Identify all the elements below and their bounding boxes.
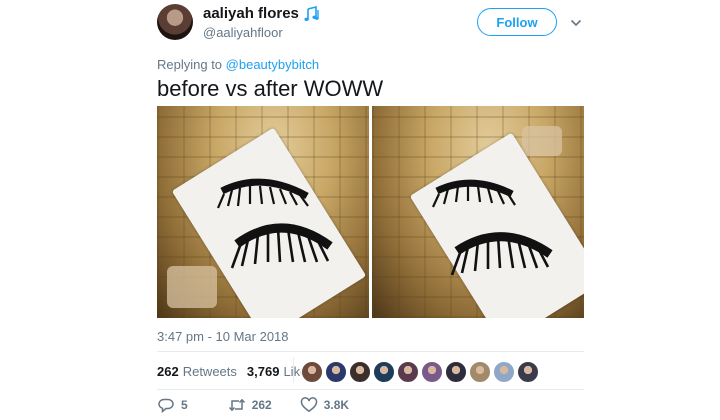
divider <box>157 351 584 352</box>
stats-divider <box>293 357 294 383</box>
liker-avatar[interactable] <box>349 361 371 383</box>
liker-avatar[interactable] <box>325 361 347 383</box>
retweet-count: 262 <box>251 398 272 412</box>
tweet-timestamp[interactable]: 3:47 pm - 10 Mar 2018 <box>157 329 289 344</box>
replying-to: Replying to @beautybybitch <box>157 57 319 72</box>
reply-count: 5 <box>181 398 188 412</box>
liker-avatar[interactable] <box>517 361 539 383</box>
photo-after[interactable] <box>372 106 584 318</box>
liker-avatar[interactable] <box>421 361 443 383</box>
tweet-text: before vs after WOWW <box>157 76 384 101</box>
likes-count: 3,769 <box>246 363 280 379</box>
tweet-actions: 5 262 3.8K <box>157 397 349 413</box>
liker-avatar[interactable] <box>469 361 491 383</box>
reply-icon <box>158 398 174 413</box>
retweets-count: 262 <box>157 363 179 379</box>
retweets-label: Retweets <box>182 363 237 379</box>
reply-target-link[interactable]: @beautybybitch <box>226 57 319 72</box>
replying-to-prefix: Replying to <box>157 57 223 72</box>
eyelash-shape <box>432 179 553 276</box>
liker-avatar[interactable] <box>445 361 467 383</box>
likers-avatars <box>301 361 541 383</box>
retweet-button[interactable]: 262 <box>228 397 272 413</box>
retweets-stat[interactable]: 262 Retweets <box>157 364 237 379</box>
like-button[interactable]: 3.8K <box>300 397 349 413</box>
photo-before[interactable] <box>157 106 369 318</box>
chevron-down-icon[interactable] <box>570 15 582 27</box>
name-row: aaliyah flores <box>203 5 322 22</box>
liker-avatar[interactable] <box>397 361 419 383</box>
engagement-stats: 262 Retweets 3,769 Likes <box>157 361 314 381</box>
music-notes-icon <box>304 5 322 22</box>
like-count: 3.8K <box>323 398 350 412</box>
handle[interactable]: @aaliyahfloor <box>203 25 283 40</box>
heart-icon <box>300 397 317 413</box>
liker-avatar[interactable] <box>373 361 395 383</box>
avatar[interactable] <box>157 4 193 40</box>
follow-button[interactable]: Follow <box>477 8 557 36</box>
liker-avatar[interactable] <box>493 361 515 383</box>
photo-tile <box>167 266 217 308</box>
divider <box>157 389 584 390</box>
media-grid <box>157 106 584 318</box>
retweet-icon <box>228 398 245 412</box>
photo-tile <box>522 126 562 156</box>
tweet: aaliyah flores @aaliyahfloor Follow Repl… <box>0 0 720 420</box>
eyelash-shape <box>216 178 333 269</box>
display-name[interactable]: aaliyah flores <box>203 5 299 22</box>
liker-avatar[interactable] <box>301 361 323 383</box>
reply-button[interactable]: 5 <box>157 397 188 413</box>
